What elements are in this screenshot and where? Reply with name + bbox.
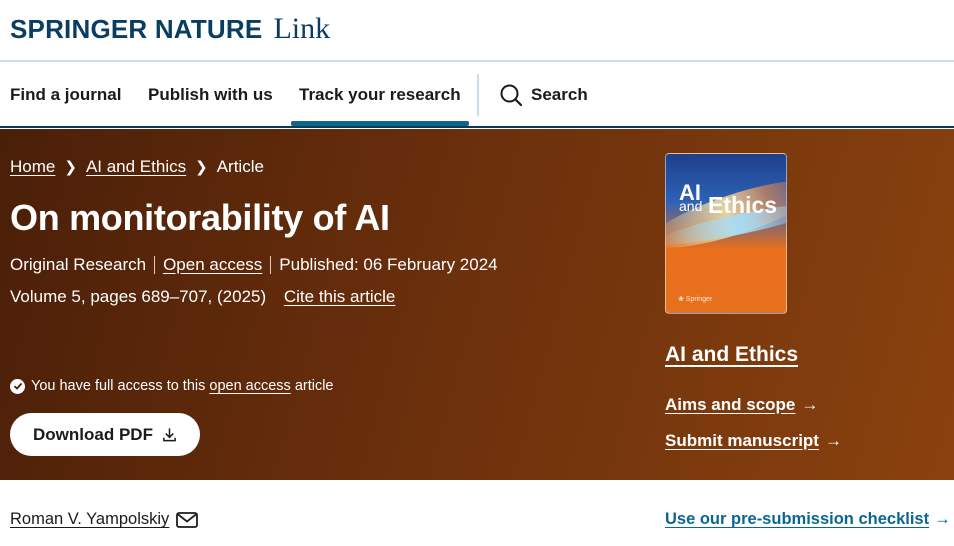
published-date: Published: 06 February 2024 [279, 255, 498, 274]
download-icon [163, 428, 176, 442]
breadcrumb-current: Article [216, 157, 264, 176]
submit-manuscript-label: Submit manuscript [665, 431, 819, 450]
email-icon[interactable] [176, 511, 199, 528]
search-icon [500, 84, 523, 107]
search-label: Search [531, 85, 588, 104]
nav-find-journal[interactable]: Find a journal [10, 64, 121, 126]
meta-divider [154, 256, 156, 274]
brand-main-text: SPRINGER NATURE [10, 14, 263, 44]
open-access-link[interactable]: Open access [163, 255, 262, 275]
journal-name-link[interactable]: AI and Ethics [665, 343, 798, 367]
checklist-label: Use our pre-submission checklist [665, 510, 930, 528]
arrow-right-icon: → [824, 431, 842, 450]
nav-divider [477, 74, 479, 116]
chevron-right-icon: ❯ [195, 159, 208, 176]
site-header: SPRINGER NATURE Link [0, 0, 954, 62]
check-circle-icon [10, 378, 25, 394]
breadcrumb: Home ❯ AI and Ethics ❯ Article [10, 157, 264, 177]
access-notice-pre: You have full access to this [31, 378, 206, 394]
download-pdf-label: Download PDF [33, 424, 153, 444]
nav-track-research[interactable]: Track your research [291, 64, 469, 126]
meta-divider [270, 256, 272, 274]
cover-title-and: and [679, 198, 703, 214]
access-notice: You have full access to this open access… [10, 378, 334, 394]
article-meta: Original Research Open access Published:… [10, 255, 498, 275]
access-notice-link[interactable]: open access [209, 378, 290, 394]
download-pdf-button[interactable]: Download PDF [10, 413, 200, 456]
author-name-link[interactable]: Roman V. Yampolskiy [10, 510, 169, 529]
cover-publisher: ❀ Springer [678, 296, 713, 303]
brand-link-text: Link [273, 12, 331, 45]
arrow-right-icon: → [934, 510, 951, 528]
arrow-right-icon: → [801, 395, 819, 414]
cite-article-link[interactable]: Cite this article [284, 287, 395, 306]
access-notice-post: article [294, 378, 334, 394]
aims-scope-link[interactable]: Aims and scope → [665, 395, 818, 415]
pre-submission-checklist-link[interactable]: Use our pre-submission checklist → [665, 510, 951, 529]
nav-publish-with-us[interactable]: Publish with us [148, 64, 273, 126]
main-nav: Find a journal Publish with us Track you… [0, 64, 954, 128]
cover-title-ethics: Ethics [708, 192, 778, 218]
article-type: Original Research [10, 255, 147, 274]
search-button[interactable]: Search [499, 64, 588, 126]
article-title: On monitorability of AI [10, 197, 390, 238]
article-volume: Volume 5, pages 689–707, (2025) [10, 287, 267, 306]
breadcrumb-journal[interactable]: AI and Ethics [86, 157, 186, 177]
submit-manuscript-link[interactable]: Submit manuscript → [665, 431, 842, 451]
journal-cover[interactable]: AI and Ethics ❀ Springer [665, 153, 787, 314]
aims-scope-label: Aims and scope [665, 395, 796, 414]
article-hero: Home ❯ AI and Ethics ❯ Article On monito… [0, 129, 954, 480]
article-volume-line: Volume 5, pages 689–707, (2025) Cite thi… [10, 287, 395, 307]
breadcrumb-home[interactable]: Home [10, 157, 55, 177]
springer-nature-link-logo[interactable]: SPRINGER NATURE Link [10, 12, 330, 45]
author-line: Roman V. Yampolskiy [10, 510, 199, 529]
chevron-right-icon: ❯ [64, 159, 77, 176]
